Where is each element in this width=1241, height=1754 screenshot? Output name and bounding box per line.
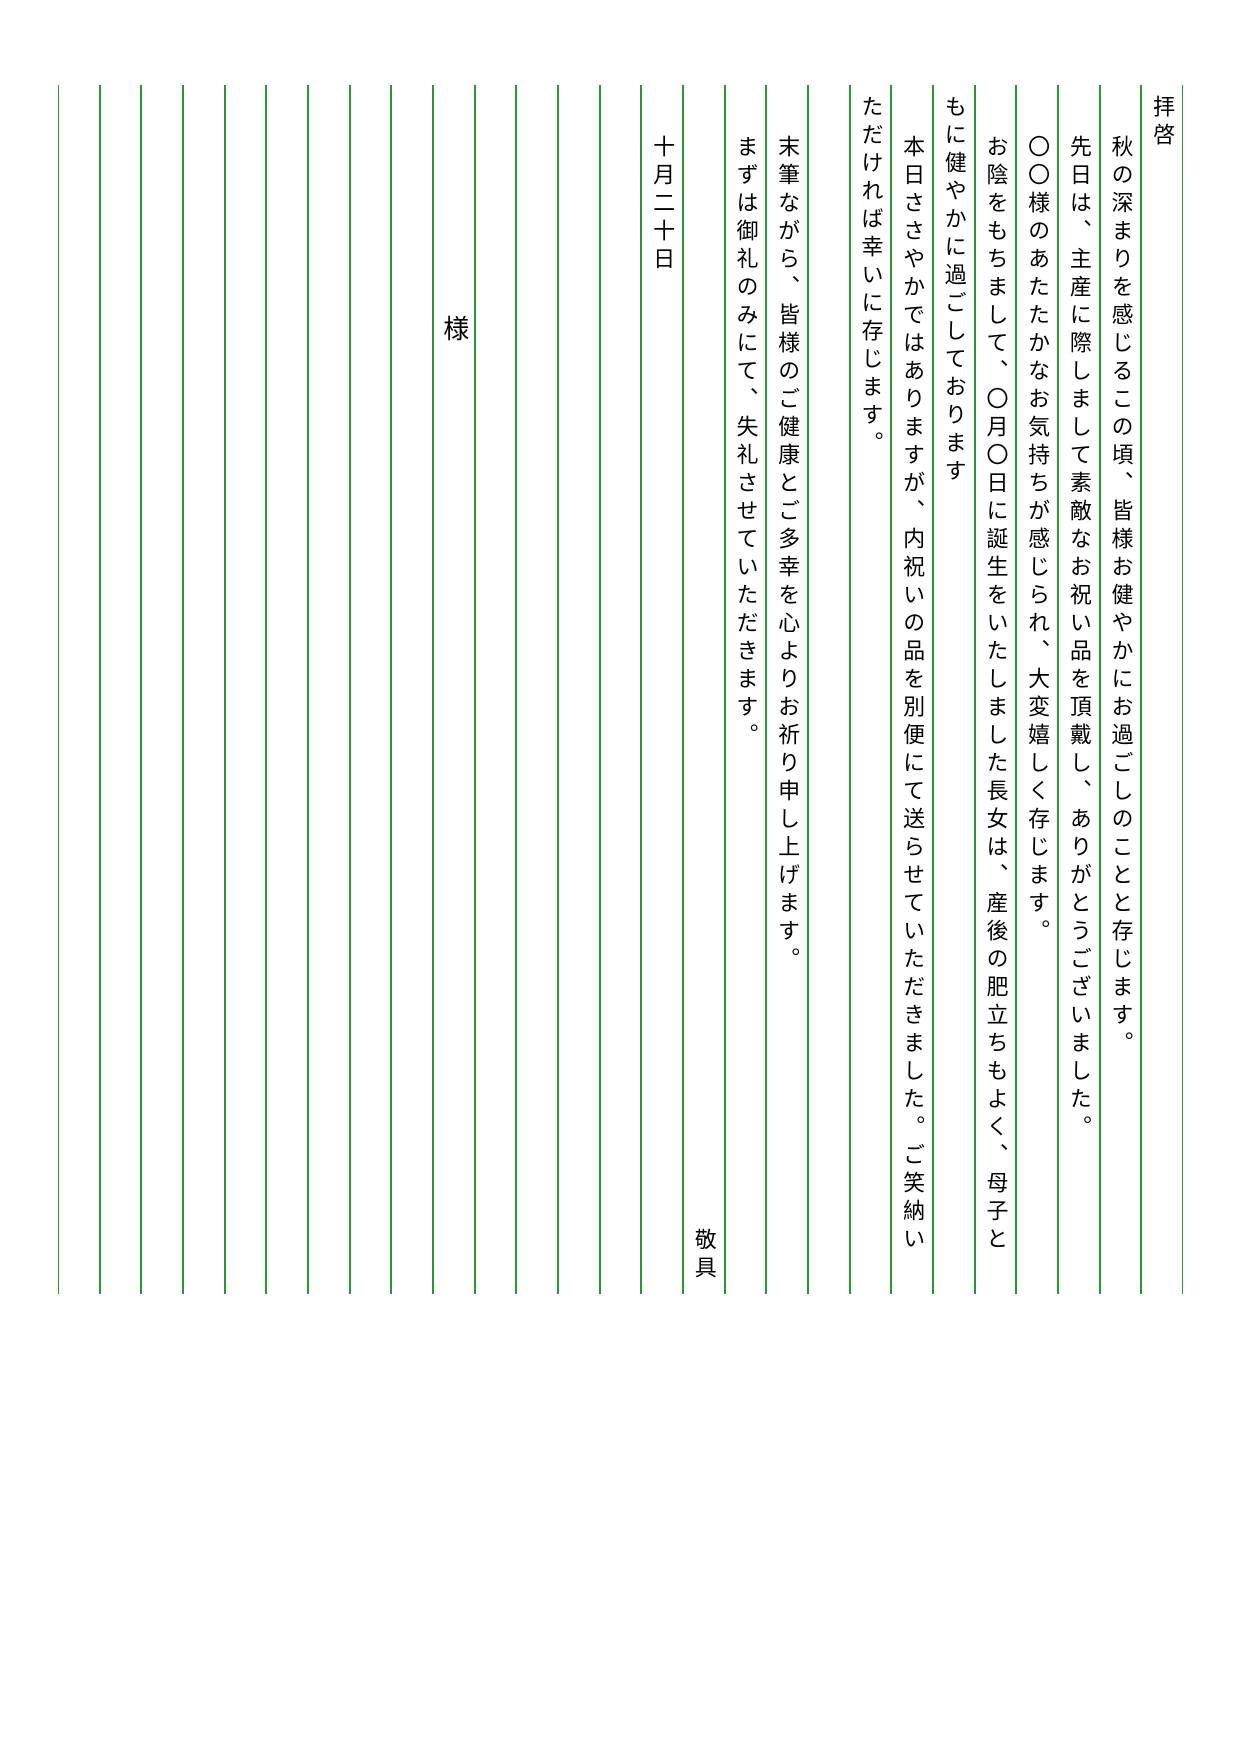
column-text: 拝啓	[1151, 95, 1173, 151]
manuscript-column: 秋の深まりを感じるこの頃、皆様お健やかにお過ごしのことと存じます。	[1100, 85, 1142, 1294]
column-text: もに健やかに過ごしております	[943, 95, 965, 487]
letter-page: 拝啓秋の深まりを感じるこの頃、皆様お健やかにお過ごしのことと存じます。先日は、主…	[0, 0, 1241, 1754]
manuscript-column: ただければ幸いに存じます。	[850, 85, 892, 1294]
column-text: 先日は、主産に際しまして素敵なお祝い品を頂戴し、ありがとうございました。	[1068, 135, 1090, 1143]
manuscript-column: 末筆ながら、皆様のご健康とご多幸を心よりお祈り申し上げます。	[766, 85, 808, 1294]
manuscript-column: 敬具	[683, 85, 725, 1294]
manuscript-column	[225, 85, 267, 1294]
manuscript-column: お陰をもちまして、〇月〇日に誕生をいたしました長女は、産後の肥立ちもよく、母子と	[975, 85, 1017, 1294]
column-text: お陰をもちまして、〇月〇日に誕生をいたしました長女は、産後の肥立ちもよく、母子と	[984, 135, 1006, 1255]
column-text: 様	[441, 315, 467, 347]
manuscript-column	[475, 85, 517, 1294]
manuscript-column: もに健やかに過ごしております	[933, 85, 975, 1294]
column-text: 十月二十日	[651, 135, 673, 275]
manuscript-column	[183, 85, 225, 1294]
manuscript-column	[266, 85, 308, 1294]
column-text: まずは御礼のみにて、失礼させていただきます。	[734, 135, 756, 751]
manuscript-column: 様	[433, 85, 475, 1294]
column-text: 敬具	[693, 1228, 715, 1284]
manuscript-column	[141, 85, 183, 1294]
manuscript-grid: 拝啓秋の深まりを感じるこの頃、皆様お健やかにお過ごしのことと存じます。先日は、主…	[58, 85, 1183, 1294]
manuscript-column	[58, 85, 100, 1294]
column-text: 〇〇様のあたたかなお気持ちが感じられ、大変嬉しく存じます。	[1026, 135, 1048, 947]
manuscript-column: 先日は、主産に際しまして素敵なお祝い品を頂戴し、ありがとうございました。	[1058, 85, 1100, 1294]
column-text: ただければ幸いに存じます。	[859, 95, 881, 459]
manuscript-column: 〇〇様のあたたかなお気持ちが感じられ、大変嬉しく存じます。	[1016, 85, 1058, 1294]
manuscript-column	[350, 85, 392, 1294]
manuscript-column: 本日ささやかではありますが、内祝いの品を別便にて送らせていただきました。ご笑納い	[891, 85, 933, 1294]
manuscript-column: まずは御礼のみにて、失礼させていただきます。	[725, 85, 767, 1294]
manuscript-column	[516, 85, 558, 1294]
manuscript-column: 十月二十日	[641, 85, 683, 1294]
manuscript-column	[100, 85, 142, 1294]
manuscript-column	[308, 85, 350, 1294]
manuscript-column	[391, 85, 433, 1294]
column-text: 秋の深まりを感じるこの頃、皆様お健やかにお過ごしのことと存じます。	[1109, 135, 1131, 1059]
manuscript-column: 拝啓	[1141, 85, 1183, 1294]
column-text: 末筆ながら、皆様のご健康とご多幸を心よりお祈り申し上げます。	[776, 135, 798, 975]
manuscript-column	[808, 85, 850, 1294]
manuscript-column	[600, 85, 642, 1294]
manuscript-column	[558, 85, 600, 1294]
column-text: 本日ささやかではありますが、内祝いの品を別便にて送らせていただきました。ご笑納い	[901, 135, 923, 1255]
